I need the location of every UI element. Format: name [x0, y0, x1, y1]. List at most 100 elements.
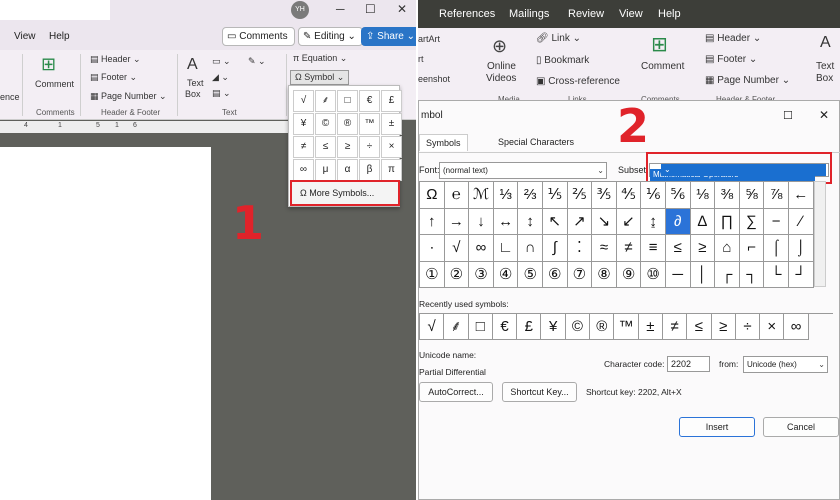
wordart-icon[interactable]: ◢ ⌄ — [212, 72, 229, 83]
symbol-cell[interactable]: ⅗ — [592, 182, 617, 209]
recent-symbol-cell[interactable]: ÷ — [735, 314, 761, 340]
page-number-button[interactable]: ▦ Page Number ⌄ — [705, 75, 790, 86]
symbol-cell[interactable]: ≈ — [592, 235, 617, 262]
menu-help[interactable]: Help — [49, 31, 70, 42]
gallery-symbol[interactable]: © — [315, 113, 336, 135]
symbol-cell[interactable]: ↖ — [542, 208, 568, 235]
symbol-cell[interactable]: ∑ — [739, 208, 765, 235]
text-box-label-2[interactable]: Box — [185, 89, 201, 99]
subset-select[interactable]: Mathematical Operators ⌄ — [649, 163, 829, 181]
equation-button[interactable]: π Equation ⌄ — [293, 53, 347, 64]
tab-symbols[interactable]: Symbols — [419, 134, 468, 151]
gallery-symbol[interactable]: × — [381, 136, 402, 158]
comments-button[interactable]: ▭ Comments — [222, 27, 295, 46]
screenshot-button[interactable]: eenshot — [418, 74, 450, 84]
recent-symbol-cell[interactable]: £ — [517, 314, 542, 340]
symbol-cell[interactable]: ─ — [665, 261, 691, 288]
symbol-cell[interactable]: ┐ — [739, 261, 765, 288]
symbol-cell[interactable]: ⌠ — [764, 235, 789, 262]
menu-view[interactable]: View — [619, 8, 643, 20]
more-symbols-button[interactable]: Ω More Symbols... — [290, 180, 400, 206]
gallery-symbol[interactable]: √ — [293, 90, 314, 112]
symbol-button[interactable]: Ω Symbol ⌄ — [290, 70, 350, 85]
from-select[interactable]: Unicode (hex) ⌄ — [743, 356, 828, 373]
share-button[interactable]: ⇪ Share ⌄ — [361, 27, 418, 46]
symbol-cell[interactable]: ↕ — [518, 208, 543, 235]
link-button[interactable]: 🔗︎ Link ⌄ — [536, 33, 581, 44]
gallery-symbol[interactable]: € — [359, 90, 380, 112]
maximize-icon[interactable]: ☐ — [783, 109, 793, 122]
maximize-icon[interactable]: ☐ — [365, 2, 376, 16]
recent-symbol-cell[interactable]: ¥ — [541, 314, 566, 340]
recent-symbol-cell[interactable]: € — [492, 314, 518, 340]
comment-button[interactable]: Comment — [641, 61, 684, 72]
cancel-button[interactable]: Cancel — [763, 417, 839, 437]
symbol-cell[interactable]: ∏ — [715, 208, 740, 235]
editing-button[interactable]: ✎ Editing ⌄ — [298, 27, 363, 46]
footer-button[interactable]: ▤ Footer ⌄ — [90, 72, 137, 83]
symbol-cell[interactable]: ③ — [469, 261, 494, 288]
symbol-cell[interactable]: ⑤ — [518, 261, 543, 288]
text-box-label-1[interactable]: Text — [187, 78, 204, 88]
symbol-cell[interactable]: └ — [764, 261, 789, 288]
gallery-symbol[interactable]: £ — [381, 90, 402, 112]
symbol-cell[interactable]: ∞ — [469, 235, 494, 262]
symbol-cell[interactable]: ∆ — [690, 208, 716, 235]
recent-symbol-cell[interactable]: ≤ — [687, 314, 712, 340]
symbol-cell[interactable]: ⌡ — [788, 235, 814, 262]
symbol-cell[interactable]: ∩ — [518, 235, 543, 262]
symbol-cell[interactable]: ∟ — [493, 235, 519, 262]
recent-symbol-cell[interactable]: ∞ — [784, 314, 809, 340]
gallery-symbol[interactable]: α — [337, 159, 358, 181]
recent-symbol-cell[interactable]: × — [760, 314, 785, 340]
recent-symbol-cell[interactable]: √ — [420, 314, 445, 340]
symbol-cell[interactable]: ≡ — [641, 235, 666, 262]
symbol-cell[interactable]: ≤ — [665, 235, 691, 262]
symbol-cell[interactable]: ↔ — [493, 208, 519, 235]
chart-button[interactable]: rt — [418, 54, 424, 64]
recent-symbol-cell[interactable]: ® — [590, 314, 615, 340]
recent-symbol-cell[interactable]: ≠ — [662, 314, 688, 340]
symbol-cell[interactable]: ⅝ — [739, 182, 765, 209]
gallery-symbol[interactable]: ® — [337, 113, 358, 135]
menu-help[interactable]: Help — [658, 8, 681, 20]
symbol-cell[interactable]: ② — [444, 261, 470, 288]
gallery-symbol[interactable]: π — [381, 159, 402, 181]
gallery-symbol[interactable]: ⸙ — [315, 90, 336, 112]
symbol-cell[interactable]: ↗ — [567, 208, 593, 235]
symbol-cell[interactable]: ℮ — [444, 182, 470, 209]
symbol-cell[interactable]: ∕ — [788, 208, 814, 235]
shortcut-key-button[interactable]: Shortcut Key... — [502, 382, 577, 402]
symbol-cell[interactable]: ℳ — [469, 182, 494, 209]
symbol-cell[interactable]: ① — [420, 261, 445, 288]
font-select[interactable]: (normal text) ⌄ — [439, 162, 607, 179]
menu-review[interactable]: Review — [568, 8, 604, 20]
symbol-cell[interactable]: │ — [690, 261, 716, 288]
gallery-symbol[interactable]: ≥ — [337, 136, 358, 158]
symbol-cell[interactable]: ⅔ — [518, 182, 543, 209]
symbol-cell[interactable]: ↨ — [641, 208, 666, 235]
close-icon[interactable]: ✕ — [397, 2, 407, 16]
avatar[interactable]: YH — [291, 1, 309, 19]
recent-symbol-cell[interactable]: □ — [468, 314, 493, 340]
close-icon[interactable]: ✕ — [819, 108, 829, 122]
menu-references[interactable]: References — [439, 8, 495, 20]
symbol-cell[interactable]: ⅘ — [616, 182, 642, 209]
minimize-icon[interactable]: ─ — [336, 2, 345, 16]
document-page[interactable] — [0, 147, 211, 500]
symbol-cell[interactable]: → — [444, 208, 470, 235]
symbol-cell[interactable]: ⅓ — [493, 182, 519, 209]
symbol-cell[interactable]: ↙ — [616, 208, 642, 235]
symbol-cell[interactable]: ④ — [493, 261, 519, 288]
gallery-symbol[interactable]: □ — [337, 90, 358, 112]
gallery-symbol[interactable]: ≠ — [293, 136, 314, 158]
symbol-cell[interactable]: ↑ — [420, 208, 445, 235]
recent-symbol-cell[interactable]: ⸙ — [444, 314, 469, 340]
symbol-cell[interactable]: ≠ — [616, 235, 642, 262]
symbol-cell[interactable]: ∫ — [542, 235, 568, 262]
text-quick-parts-icon[interactable]: ▭ ⌄ — [212, 56, 231, 67]
text-box-label-2[interactable]: Box — [816, 73, 833, 84]
autocorrect-button[interactable]: AutoCorrect... — [419, 382, 493, 402]
gallery-symbol[interactable]: ¥ — [293, 113, 314, 135]
gallery-symbol[interactable]: ™ — [359, 113, 380, 135]
